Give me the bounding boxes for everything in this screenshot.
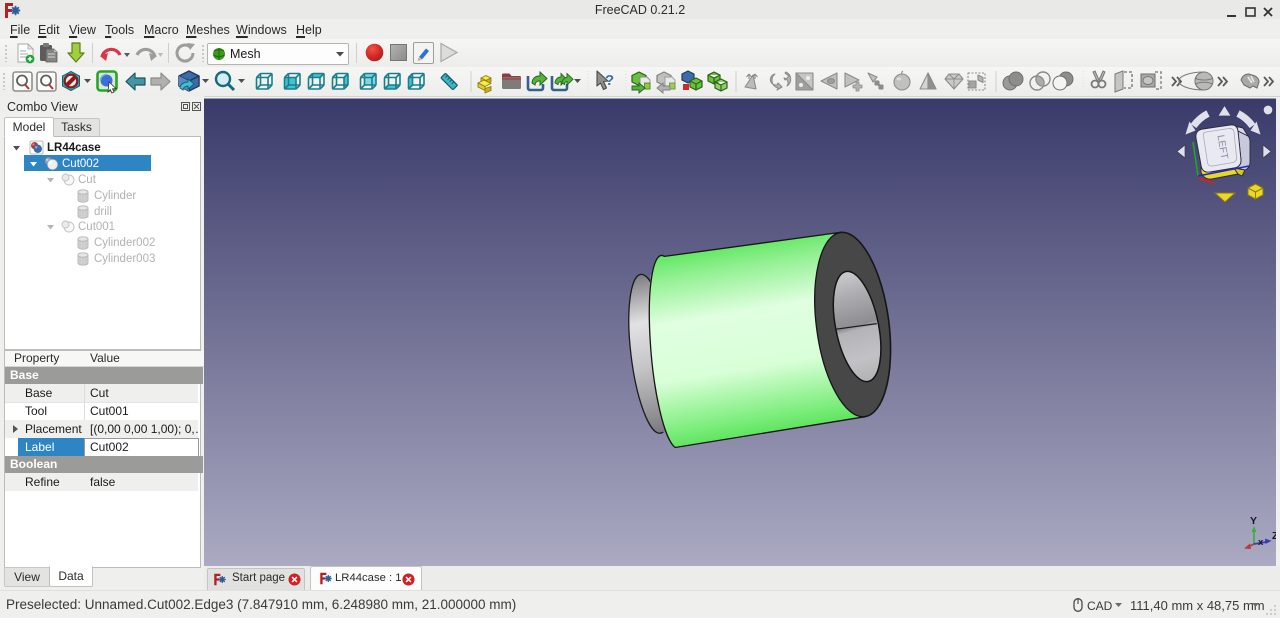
svg-text:Cut001: Cut001 xyxy=(78,221,115,233)
svg-text:Y: Y xyxy=(1250,515,1257,527)
svg-text:?: ? xyxy=(605,72,614,89)
svg-text:drill: drill xyxy=(94,206,112,218)
svg-text:Cut002: Cut002 xyxy=(62,158,99,170)
svg-text:LR44case: LR44case xyxy=(47,142,101,154)
svg-text:Cut: Cut xyxy=(78,174,97,186)
svg-text:Cylinder003: Cylinder003 xyxy=(94,253,155,265)
svg-text:Cylinder: Cylinder xyxy=(94,190,136,202)
svg-text:Z: Z xyxy=(1272,530,1276,542)
svg-text:x: x xyxy=(1258,537,1264,548)
svg-text:Cylinder002: Cylinder002 xyxy=(94,237,155,249)
